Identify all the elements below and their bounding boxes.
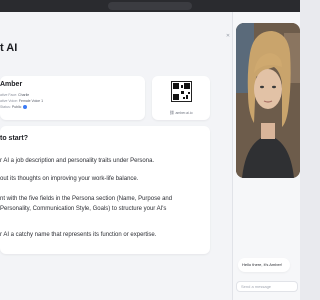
getting-started-line: r AI a job description and personality t… bbox=[0, 158, 155, 164]
chat-message-bubble: Hello there, it's Amber! bbox=[238, 258, 290, 272]
page-title: t AI bbox=[0, 42, 18, 54]
qr-caption: ⛓ amber.ai.io bbox=[152, 110, 210, 115]
qr-code-icon bbox=[171, 81, 192, 102]
profile-voice-label: ative Voice: bbox=[0, 99, 18, 103]
qr-caption-text: amber.ai.io bbox=[175, 111, 193, 115]
profile-name: Amber bbox=[0, 81, 23, 88]
profile-voice-row: ative Voice: Female Voice 1 bbox=[0, 99, 43, 103]
getting-started-line: r AI a catchy name that represents its f… bbox=[0, 232, 157, 238]
main-panel: t AI Amber ative Face: Charlie ative Voi… bbox=[0, 12, 232, 300]
profile-face-row: ative Face: Charlie bbox=[0, 93, 29, 97]
getting-started-heading: to start? bbox=[0, 135, 28, 142]
browser-tab[interactable] bbox=[108, 2, 192, 10]
getting-started-line: nt with the five fields in the Persona s… bbox=[0, 196, 173, 212]
qr-card[interactable]: ⛓ amber.ai.io bbox=[152, 76, 210, 120]
profile-face-value: Charlie bbox=[18, 93, 30, 97]
getting-started-line: out its thoughts on improving your work-… bbox=[0, 176, 139, 182]
profile-status-value: Public bbox=[11, 105, 22, 109]
window-top-bar bbox=[0, 0, 300, 12]
message-input[interactable] bbox=[236, 281, 298, 292]
link-icon: ⛓ bbox=[169, 110, 175, 115]
profile-status-row: Status: Public bbox=[0, 105, 28, 110]
avatar-video bbox=[236, 23, 300, 178]
profile-face-label: ative Face: bbox=[0, 93, 18, 97]
status-globe-icon bbox=[23, 105, 28, 110]
getting-started-card: to start? r AI a job description and per… bbox=[0, 126, 210, 254]
close-icon[interactable]: ✕ bbox=[225, 33, 231, 39]
avatar-illustration bbox=[236, 23, 300, 178]
profile-voice-value: Female Voice 1 bbox=[18, 99, 44, 103]
profile-status-label: Status: bbox=[0, 105, 11, 109]
profile-card: Amber ative Face: Charlie ative Voice: F… bbox=[0, 76, 145, 120]
